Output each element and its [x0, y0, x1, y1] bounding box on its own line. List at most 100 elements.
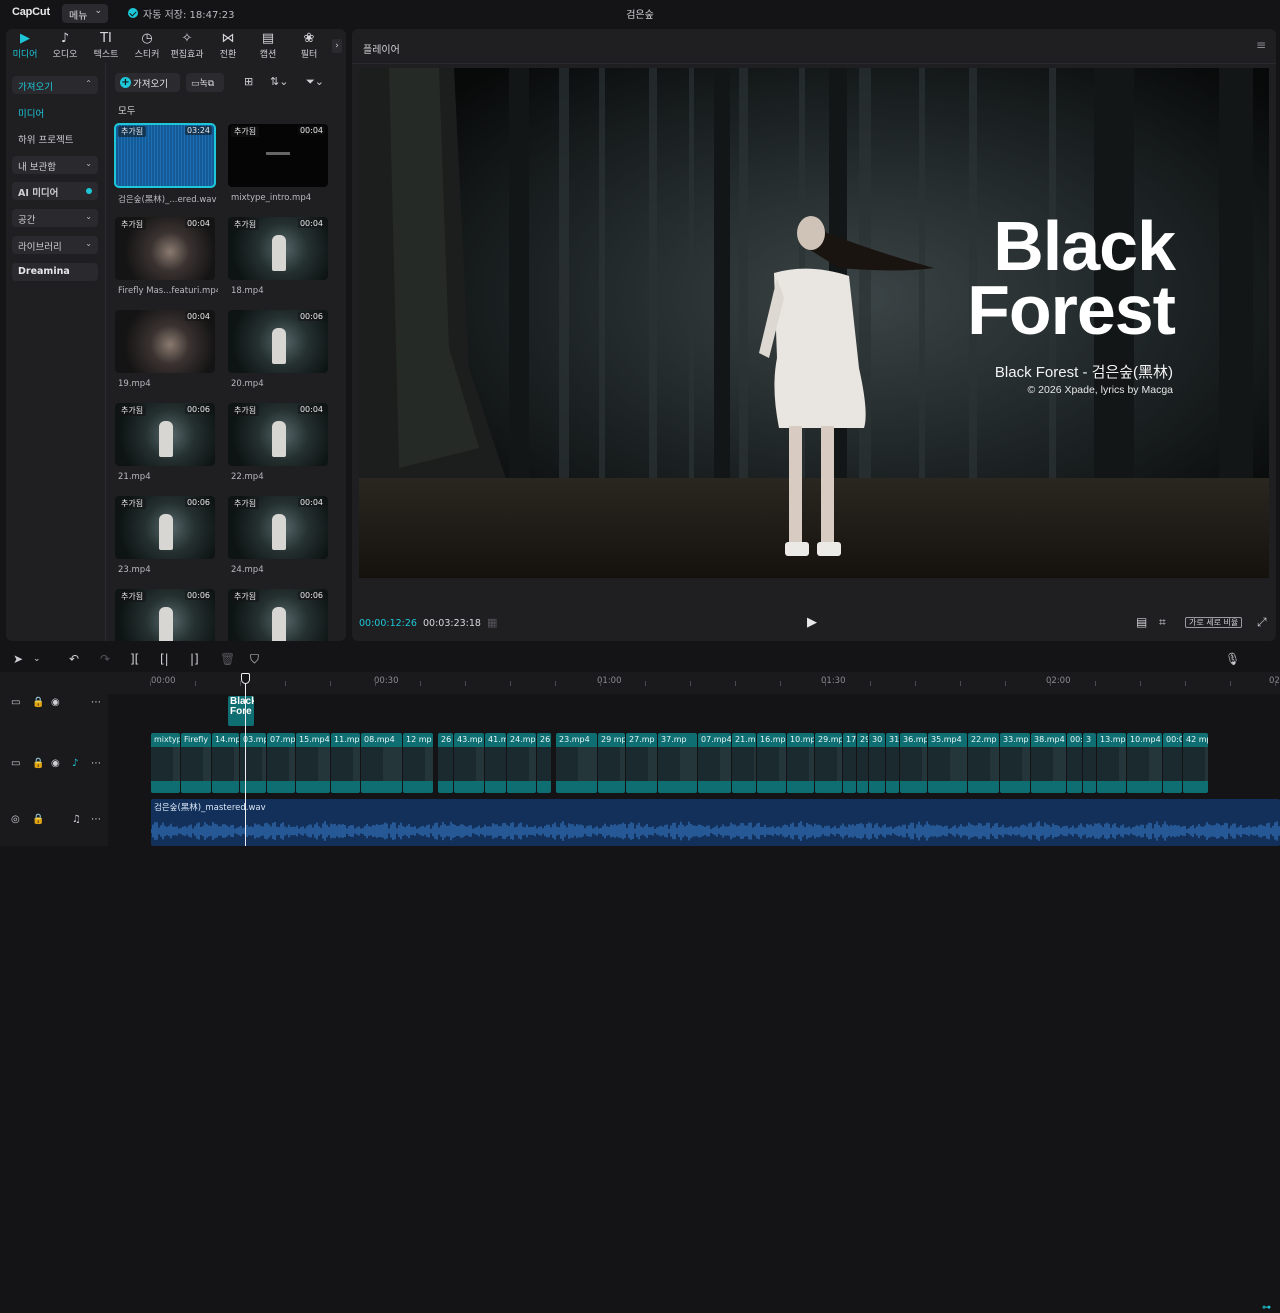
video-clip[interactable]: 13.mp	[1097, 733, 1126, 793]
sidebar-item-media[interactable]: 미디어	[12, 103, 98, 121]
video-clip[interactable]: 08.mp4	[361, 733, 402, 793]
video-clip[interactable]: 26	[537, 733, 551, 793]
media-item[interactable]: 추가됨 00:04 18.mp4	[228, 217, 328, 300]
more-icon[interactable]: ⋯	[91, 758, 101, 769]
lock-icon[interactable]: 🔒	[32, 697, 44, 708]
video-clip[interactable]: 29 mp	[598, 733, 625, 793]
media-item[interactable]: 추가됨 00:06 21.mp4	[115, 403, 215, 486]
video-clip[interactable]: 38.mp4	[1031, 733, 1066, 793]
playhead[interactable]	[245, 676, 246, 846]
sidebar-item-ai-media[interactable]: AI 미디어	[12, 182, 98, 200]
chevron-right-icon[interactable]: ›	[332, 39, 342, 53]
tab-caption[interactable]: ▤ 캡션	[249, 32, 287, 62]
video-clip[interactable]: 29	[857, 733, 868, 793]
eye-icon[interactable]: ◉	[51, 697, 60, 708]
sidebar-item-space[interactable]: 공간 ⌄	[12, 209, 98, 227]
video-clip[interactable]: 3	[1083, 733, 1096, 793]
video-clip[interactable]: 10.mp4	[1127, 733, 1162, 793]
grid-view-icon[interactable]: ⊞	[244, 75, 253, 88]
grid-icon[interactable]: ▦	[487, 616, 497, 629]
video-clip[interactable]: 29.mp	[815, 733, 842, 793]
video-clip[interactable]: 27.mp	[626, 733, 657, 793]
split-icon[interactable]: ][	[130, 652, 139, 666]
volume-icon[interactable]: ♫	[72, 814, 81, 825]
play-button[interactable]: ▶	[807, 615, 817, 630]
filter-icon[interactable]: ⏷⌄	[306, 75, 324, 89]
media-item[interactable]: 추가됨 00:04 22.mp4	[228, 403, 328, 486]
trim-right-icon[interactable]: |]	[190, 652, 199, 666]
video-clip[interactable]: 43.mp	[454, 733, 484, 793]
video-clip[interactable]: 15.mp4	[296, 733, 330, 793]
video-clip[interactable]: Firefly	[181, 733, 211, 793]
audio-clip[interactable]: 검은숲(黑林)_mastered.wav	[151, 799, 1280, 846]
tab-effects[interactable]: ✧ 편집효과	[168, 32, 206, 62]
video-clip[interactable]: 07.mp4	[698, 733, 731, 793]
video-clip[interactable]: 10.mp	[787, 733, 814, 793]
video-clip[interactable]: 22.mp	[968, 733, 999, 793]
sidebar-item-library[interactable]: 라이브러리 ⌄	[12, 236, 98, 254]
video-clip[interactable]: 11.mp4	[331, 733, 360, 793]
subtitle-icon[interactable]: ▤	[1136, 615, 1147, 629]
video-clip[interactable]: 33.mp	[1000, 733, 1030, 793]
tab-media[interactable]: ▶ 미디어	[6, 32, 44, 62]
video-clip[interactable]: 31	[886, 733, 899, 793]
zoom-link-icon[interactable]: ⊶	[1262, 1303, 1271, 1313]
playhead-handle[interactable]	[241, 673, 250, 684]
record-button[interactable]: ▭녹⧉	[186, 73, 224, 92]
trim-left-icon[interactable]: [|	[160, 652, 169, 666]
more-icon[interactable]: ⋯	[91, 697, 101, 708]
video-clip[interactable]: 07.mp	[267, 733, 295, 793]
aspect-ratio-button[interactable]: 가로 세로 비율	[1185, 617, 1243, 628]
media-item[interactable]: 00:06 20.mp4	[228, 310, 328, 393]
video-clip[interactable]: 14.mp	[212, 733, 239, 793]
lock-icon[interactable]: 🔒	[32, 758, 44, 769]
lock-icon[interactable]: 🔒	[32, 814, 44, 825]
video-clip[interactable]: mixtyp	[151, 733, 180, 793]
media-item[interactable]: 00:04 19.mp4	[115, 310, 215, 393]
video-clip[interactable]: 35.mp4	[928, 733, 967, 793]
import-button[interactable]: + 가져오기	[115, 73, 180, 92]
video-clip[interactable]: 30	[869, 733, 885, 793]
chevron-down-icon[interactable]: ⌄	[33, 654, 41, 664]
media-item[interactable]: 추가됨 03:24 검은숲(黑林)_...ered.wav	[114, 123, 217, 207]
video-clip[interactable]: 12 mp	[403, 733, 433, 793]
tab-filter[interactable]: ❀ 필터	[290, 32, 328, 62]
video-clip[interactable]: 26	[438, 733, 453, 793]
tab-text[interactable]: TI 텍스트	[87, 32, 125, 62]
sidebar-item-dreamina[interactable]: Dreamina	[12, 263, 98, 281]
video-clip[interactable]: 17	[843, 733, 856, 793]
media-item[interactable]: 추가됨 00:06	[228, 589, 328, 641]
media-item[interactable]: 추가됨 00:04 mixtype_intro.mp4	[228, 124, 328, 207]
sidebar-item-my-storage[interactable]: 내 보관함 ⌄	[12, 156, 98, 174]
marker-icon[interactable]: ⛉	[250, 652, 259, 667]
media-item[interactable]: 추가됨 00:04 24.mp4	[228, 496, 328, 579]
video-clip[interactable]: 42 mp	[1183, 733, 1208, 793]
more-icon[interactable]: ⋯	[91, 814, 101, 825]
sidebar-item-import[interactable]: 가져오기 ⌃	[12, 76, 98, 94]
video-clip[interactable]: 00:0	[1163, 733, 1182, 793]
video-clip[interactable]: 24.mp	[507, 733, 536, 793]
video-clip[interactable]: 03.mp	[240, 733, 266, 793]
video-clip[interactable]: 23.mp4	[556, 733, 597, 793]
tab-sticker[interactable]: ◷ 스티커	[128, 32, 166, 62]
sort-icon[interactable]: ⇅⌄	[270, 75, 288, 88]
video-clip[interactable]: 36.mp	[900, 733, 927, 793]
video-clip[interactable]: 16.mp	[757, 733, 786, 793]
undo-icon[interactable]: ↶	[69, 652, 79, 666]
video-clip[interactable]: 00:0	[1067, 733, 1082, 793]
video-preview[interactable]: Black Forest Black Forest - 검은숲(黑林) © 202…	[359, 68, 1269, 578]
media-item[interactable]: 추가됨 00:06	[115, 589, 215, 641]
eye-icon[interactable]: ◉	[51, 758, 60, 769]
tab-transition[interactable]: ⋈ 전환	[209, 32, 247, 62]
media-item[interactable]: 추가됨 00:06 23.mp4	[115, 496, 215, 579]
cursor-select-icon[interactable]: ➤	[13, 652, 23, 666]
video-clip[interactable]: 37.mp	[658, 733, 697, 793]
video-clip[interactable]: 21.mp	[732, 733, 756, 793]
media-item[interactable]: 추가됨 00:04 Firefly Mas...featuri.mp4	[115, 217, 218, 300]
hamburger-menu-icon[interactable]: ≡	[1256, 38, 1266, 52]
timeline-ruler[interactable]: 00:0000:3001:0001:3002:0002:	[108, 672, 1280, 694]
tab-audio[interactable]: ♪ 오디오	[46, 32, 84, 62]
fullscreen-crop-icon[interactable]: ⌗	[1159, 615, 1166, 630]
audio-mute-icon[interactable]: ♪	[72, 758, 78, 769]
microphone-icon[interactable]: 🎙	[1225, 652, 1240, 666]
